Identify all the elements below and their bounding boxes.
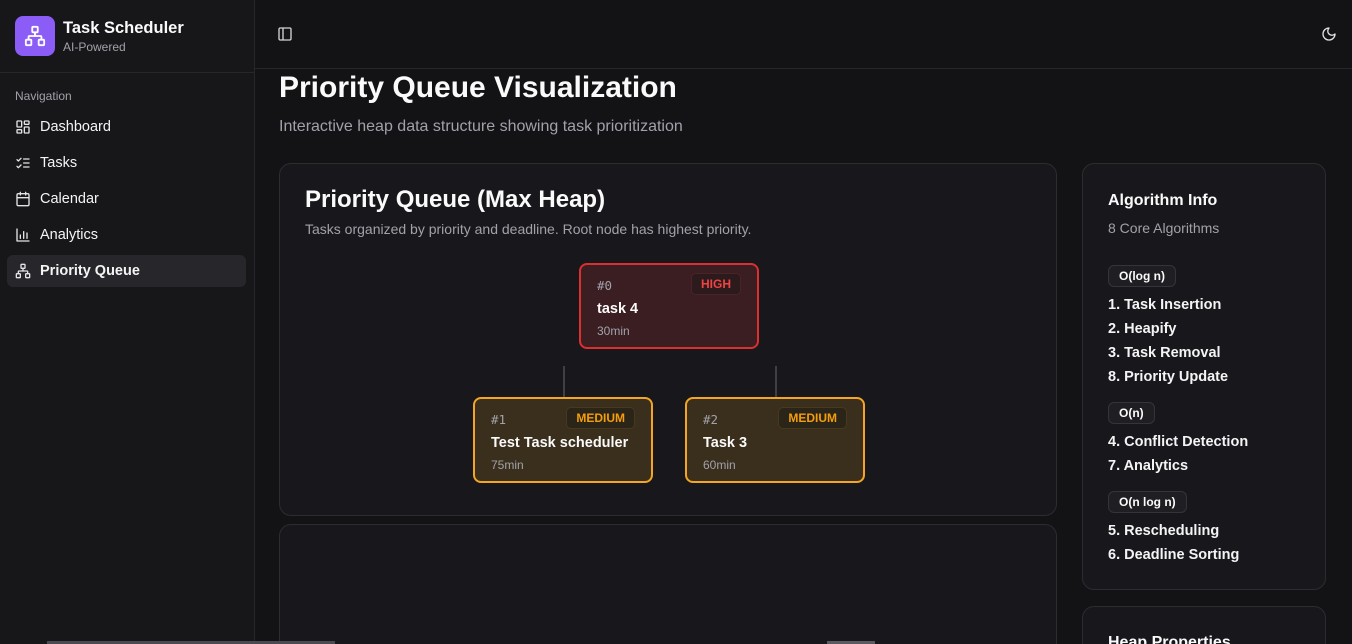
node-index: #0	[597, 278, 613, 293]
top-bar	[255, 0, 1352, 69]
sidebar-item-analytics[interactable]: Analytics	[7, 219, 246, 251]
priority-badge: HIGH	[691, 273, 741, 295]
node-task-name: Test Task scheduler	[491, 435, 629, 451]
app-title: Task Scheduler	[63, 18, 184, 37]
priority-badge: MEDIUM	[566, 407, 635, 429]
complexity-badge: O(log n)	[1108, 265, 1176, 287]
list-checks-icon	[16, 157, 30, 169]
sidebar-item-priority-queue[interactable]: Priority Queue	[7, 255, 246, 287]
algorithm-item: 3. Task Removal	[1108, 345, 1221, 361]
network-icon	[15, 263, 31, 279]
algorithm-info-card: Algorithm Info 8 Core Algorithms O(log n…	[1082, 163, 1326, 590]
algorithm-item: 1. Task Insertion	[1108, 297, 1222, 313]
secondary-card	[279, 524, 1057, 644]
moon-icon	[1322, 27, 1336, 41]
node-duration: 60min	[703, 458, 736, 472]
sidebar-item-label: Analytics	[40, 227, 99, 243]
heap-edge	[563, 366, 565, 400]
priority-badge: MEDIUM	[778, 407, 847, 429]
dashboard-icon	[16, 120, 30, 134]
sidebar-nav: Dashboard Tasks Calendar Analytics Prior…	[7, 111, 246, 291]
heap-node-right[interactable]: #2 MEDIUM Task 3 60min	[685, 397, 865, 483]
algorithm-item: 4. Conflict Detection	[1108, 434, 1249, 450]
page-title: Priority Queue Visualization	[279, 71, 677, 104]
brand[interactable]: Task Scheduler AI-Powered	[0, 0, 254, 73]
complexity-badge: O(n)	[1108, 402, 1155, 424]
page-subtitle: Interactive heap data structure showing …	[279, 118, 683, 135]
heap-title: Priority Queue (Max Heap)	[305, 186, 606, 213]
sidebar-toggle-button[interactable]	[275, 24, 295, 44]
heap-node-root[interactable]: #0 HIGH task 4 30min	[579, 263, 759, 349]
sidebar-toggle-icon	[278, 27, 292, 41]
sidebar-item-label: Priority Queue	[40, 263, 140, 279]
heap-node-left[interactable]: #1 MEDIUM Test Task scheduler 75min	[473, 397, 653, 483]
heap-edge	[775, 366, 777, 400]
sidebar-item-label: Tasks	[40, 155, 78, 171]
algorithm-subtitle: 8 Core Algorithms	[1108, 220, 1220, 236]
complexity-badge: O(n log n)	[1108, 491, 1187, 513]
algorithm-item: 2. Heapify	[1108, 321, 1177, 337]
calendar-icon	[16, 191, 30, 207]
app-subtitle: AI-Powered	[63, 39, 126, 54]
heap-subtitle: Tasks organized by priority and deadline…	[305, 221, 752, 237]
sidebar-item-label: Calendar	[40, 191, 99, 207]
node-index: #1	[491, 412, 507, 427]
node-task-name: Task 3	[703, 435, 748, 451]
algorithm-item: 7. Analytics	[1108, 458, 1189, 474]
sidebar-item-label: Dashboard	[40, 119, 111, 135]
algorithm-item: 8. Priority Update	[1108, 369, 1229, 385]
node-duration: 30min	[597, 324, 630, 338]
node-index: #2	[703, 412, 719, 427]
nav-heading: Navigation	[15, 89, 72, 103]
sidebar-item-tasks[interactable]: Tasks	[7, 147, 246, 179]
heap-card: Priority Queue (Max Heap) Tasks organize…	[279, 163, 1057, 516]
node-task-name: task 4	[597, 301, 639, 317]
heap-properties-card: Heap Properties	[1082, 606, 1326, 644]
network-logo-icon	[15, 16, 55, 56]
sidebar-item-dashboard[interactable]: Dashboard	[7, 111, 246, 143]
sidebar: Task Scheduler AI-Powered Navigation Das…	[0, 0, 255, 644]
bar-chart-icon	[16, 228, 30, 242]
sidebar-item-calendar[interactable]: Calendar	[7, 183, 246, 215]
algorithm-item: 5. Rescheduling	[1108, 523, 1220, 539]
algorithm-title: Algorithm Info	[1108, 192, 1218, 209]
algorithm-item: 6. Deadline Sorting	[1108, 547, 1240, 563]
heap-properties-title: Heap Properties	[1108, 634, 1231, 644]
node-duration: 75min	[491, 458, 524, 472]
theme-toggle-button[interactable]	[1319, 24, 1339, 44]
